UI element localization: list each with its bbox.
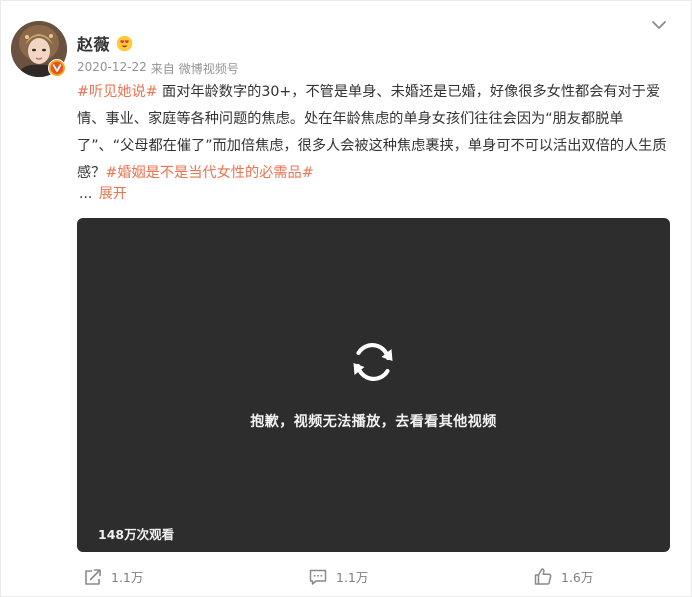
author-row: 赵薇 [77, 31, 133, 55]
refresh-icon[interactable] [347, 336, 399, 388]
chevron-down-icon[interactable] [651, 19, 667, 31]
topic-link[interactable]: #听见她说# [77, 84, 158, 100]
like-button[interactable]: 1.6万 [533, 567, 593, 586]
repost-icon [85, 568, 101, 585]
post-source[interactable]: 微博视频号 [179, 60, 239, 77]
expand-link[interactable]: 展开 [99, 186, 127, 202]
source-label: 来自 [150, 62, 175, 76]
heart-eyes-emoji-icon[interactable] [116, 35, 133, 52]
comment-icon [309, 569, 327, 585]
ellipsis: ... [79, 186, 93, 202]
like-icon [534, 568, 552, 585]
action-bar: 1.1万 1.1万 1.6万 [1, 567, 692, 597]
video-error-message[interactable]: 抱歉，视频无法播放，去看看其他视频 [77, 411, 670, 431]
view-count: 148万次观看 [98, 527, 175, 542]
post-time[interactable]: 2020-12-22 [77, 60, 147, 77]
repost-count: 1.1万 [111, 570, 144, 585]
topic-link[interactable]: #婚姻是不是当代女性的必需品# [105, 165, 313, 181]
author-name[interactable]: 赵薇 [77, 31, 110, 55]
video-player[interactable]: 抱歉，视频无法播放，去看看其他视频 148万次观看 [77, 218, 670, 552]
verified-badge-icon [48, 59, 66, 77]
weibo-post-card: 赵薇 2020-12-22 来自 微博视频号 #听见她说# 面对年龄数字的30+… [0, 0, 692, 597]
expand-row: ... 展开 [79, 182, 127, 206]
post-meta: 2020-12-22 来自 微博视频号 [77, 60, 239, 77]
like-count: 1.6万 [561, 570, 594, 585]
post-text: #听见她说# 面对年龄数字的30+，不管是单身、未婚还是已婚，好像很多女性都会有… [77, 79, 677, 187]
comment-button[interactable]: 1.1万 [308, 567, 368, 586]
repost-button[interactable]: 1.1万 [83, 567, 143, 586]
comment-count: 1.1万 [336, 570, 369, 585]
